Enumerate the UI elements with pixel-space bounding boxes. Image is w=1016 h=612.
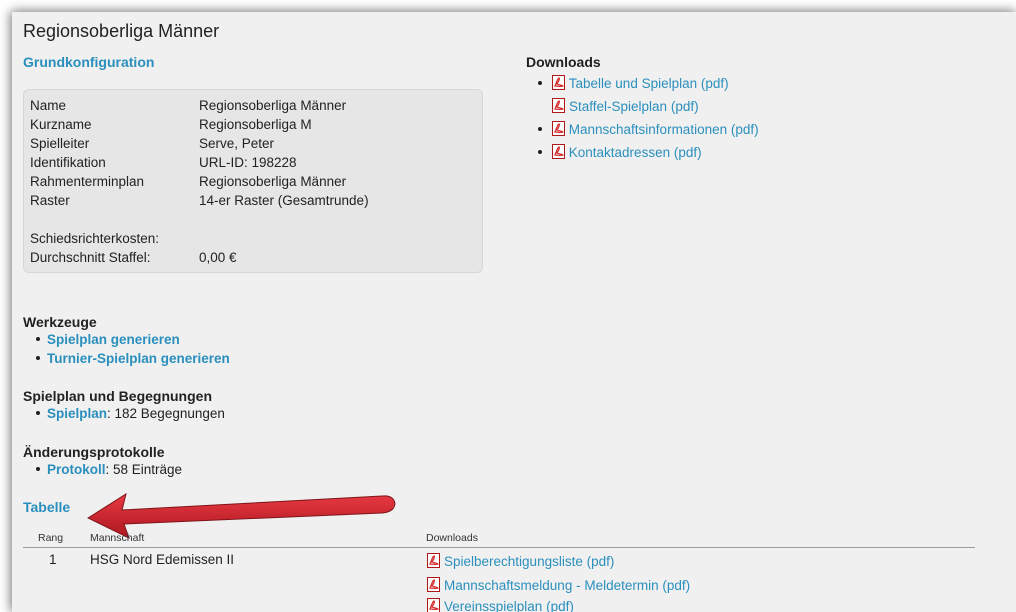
spielplan-count: : 182 Begegnungen [107,406,225,421]
schnitt-label: Durchschnitt Staffel: [30,250,151,265]
protokoll-link[interactable]: Protokoll [47,462,106,477]
download-link[interactable]: Tabelle und Spielplan (pdf) [569,76,729,91]
config-value: URL-ID: 198228 [199,155,297,170]
config-value: Regionsoberliga Männer [199,98,346,113]
spielplan-heading: Spielplan und Begegnungen [23,388,212,404]
schiri-label: Schiedsrichterkosten: [30,231,159,246]
downloads-heading: Downloads [526,54,601,70]
download-item[interactable]: Staffel-Spielplan (pdf) [552,98,699,114]
bullet [538,127,542,131]
team-download-item[interactable]: Spielberechtigungsliste (pdf) [427,553,614,569]
bullet [36,467,40,471]
col-header-rang: Rang [38,532,63,544]
config-label: Name [30,98,66,113]
team-download-link[interactable]: Vereinsspielplan (pdf) [444,599,574,612]
bullet [538,150,542,154]
pdf-icon [552,98,566,113]
team-download-item[interactable]: Mannschaftsmeldung - Meldetermin (pdf) [427,577,690,593]
download-link[interactable]: Kontaktadressen (pdf) [569,145,702,160]
protokoll-count: : 58 Einträge [106,462,183,477]
tabelle-link[interactable]: Tabelle [23,499,70,515]
config-label: Spielleiter [30,136,89,151]
config-label: Identifikation [30,155,106,170]
config-label: Raster [30,193,70,208]
config-label: Kurzname [30,117,92,132]
download-item[interactable]: Mannschaftsinformationen (pdf) [538,121,759,137]
pdf-icon [427,553,441,568]
config-label: Rahmenterminplan [30,174,144,189]
bullet [36,356,40,360]
team-download-link[interactable]: Spielberechtigungsliste (pdf) [444,554,614,569]
grundkonfiguration-link[interactable]: Grundkonfiguration [23,54,154,70]
config-box: Name Regionsoberliga Männer Kurzname Reg… [23,89,483,273]
pdf-icon [427,577,441,592]
bullet [538,81,542,85]
werkzeug-item[interactable]: Turnier-Spielplan generieren [33,351,230,366]
download-link[interactable]: Mannschaftsinformationen (pdf) [569,122,759,137]
pdf-icon [552,121,566,136]
spielplan-item: Spielplan: 182 Begegnungen [33,406,225,421]
turnier-spielplan-generieren-link[interactable]: Turnier-Spielplan generieren [47,351,230,366]
config-value: Serve, Peter [199,136,274,151]
download-item[interactable]: Tabelle und Spielplan (pdf) [538,75,729,91]
protokoll-item: Protokoll: 58 Einträge [33,462,182,477]
table-header-divider [23,547,975,548]
table-cell-mannschaft: HSG Nord Edemissen II [90,552,234,567]
schnitt-value: 0,00 € [199,250,237,265]
protokolle-heading: Änderungsprotokolle [23,444,165,460]
page-title: Regionsoberliga Männer [23,21,219,42]
col-header-downloads: Downloads [426,532,478,544]
table-cell-rang: 1 [49,552,57,567]
config-value: Regionsoberliga M [199,117,312,132]
werkzeuge-heading: Werkzeuge [23,314,97,330]
spielplan-generieren-link[interactable]: Spielplan generieren [47,332,180,347]
pdf-icon [427,598,441,612]
content-panel: Regionsoberliga Männer Grundkonfiguratio… [12,12,1016,612]
pdf-icon [552,75,566,90]
bullet [36,411,40,415]
werkzeug-item[interactable]: Spielplan generieren [33,332,180,347]
team-download-item[interactable]: Vereinsspielplan (pdf) [427,598,574,612]
pdf-icon [552,144,566,159]
download-link[interactable]: Staffel-Spielplan (pdf) [569,99,699,114]
bullet [36,337,40,341]
team-download-link[interactable]: Mannschaftsmeldung - Meldetermin (pdf) [444,578,690,593]
col-header-mannschaft: Mannschaft [90,532,144,544]
config-value: 14-er Raster (Gesamtrunde) [199,193,369,208]
spielplan-link[interactable]: Spielplan [47,406,107,421]
config-value: Regionsoberliga Männer [199,174,346,189]
download-item[interactable]: Kontaktadressen (pdf) [538,144,702,160]
